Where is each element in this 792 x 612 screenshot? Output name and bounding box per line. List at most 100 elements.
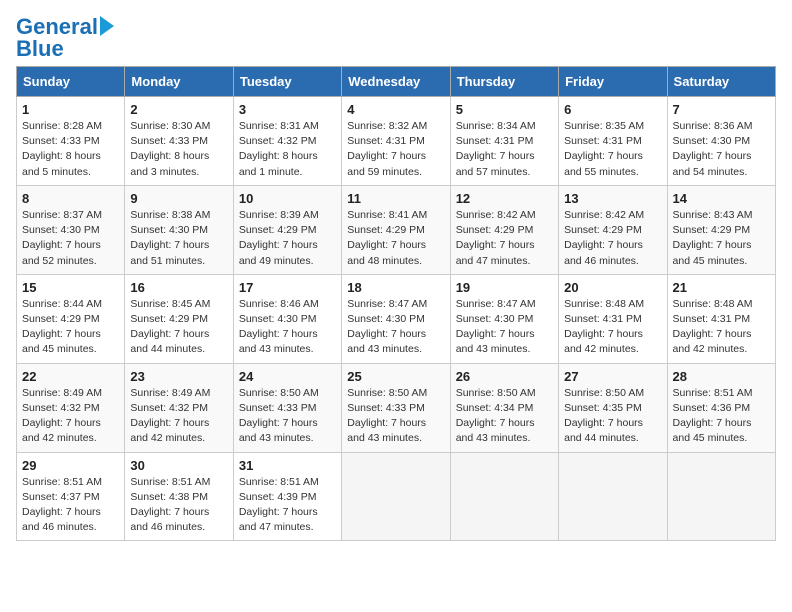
calendar-cell: 2 Sunrise: 8:30 AMSunset: 4:33 PMDayligh… bbox=[125, 97, 233, 186]
calendar-week-2: 8 Sunrise: 8:37 AMSunset: 4:30 PMDayligh… bbox=[17, 185, 776, 274]
day-detail: Sunrise: 8:46 AMSunset: 4:30 PMDaylight:… bbox=[239, 297, 336, 358]
weekday-header-tuesday: Tuesday bbox=[233, 67, 341, 97]
day-number: 22 bbox=[22, 369, 119, 384]
day-number: 28 bbox=[673, 369, 770, 384]
day-number: 12 bbox=[456, 191, 553, 206]
day-detail: Sunrise: 8:49 AMSunset: 4:32 PMDaylight:… bbox=[130, 386, 227, 447]
calendar-cell: 29 Sunrise: 8:51 AMSunset: 4:37 PMDaylig… bbox=[17, 452, 125, 541]
day-detail: Sunrise: 8:41 AMSunset: 4:29 PMDaylight:… bbox=[347, 208, 444, 269]
day-detail: Sunrise: 8:47 AMSunset: 4:30 PMDaylight:… bbox=[347, 297, 444, 358]
day-number: 7 bbox=[673, 102, 770, 117]
calendar-cell: 19 Sunrise: 8:47 AMSunset: 4:30 PMDaylig… bbox=[450, 274, 558, 363]
day-detail: Sunrise: 8:51 AMSunset: 4:39 PMDaylight:… bbox=[239, 475, 336, 536]
day-detail: Sunrise: 8:48 AMSunset: 4:31 PMDaylight:… bbox=[673, 297, 770, 358]
day-detail: Sunrise: 8:51 AMSunset: 4:37 PMDaylight:… bbox=[22, 475, 119, 536]
calendar-cell: 16 Sunrise: 8:45 AMSunset: 4:29 PMDaylig… bbox=[125, 274, 233, 363]
page-header: General Blue bbox=[16, 16, 776, 60]
calendar-cell: 9 Sunrise: 8:38 AMSunset: 4:30 PMDayligh… bbox=[125, 185, 233, 274]
calendar-cell: 6 Sunrise: 8:35 AMSunset: 4:31 PMDayligh… bbox=[559, 97, 667, 186]
day-detail: Sunrise: 8:50 AMSunset: 4:34 PMDaylight:… bbox=[456, 386, 553, 447]
day-number: 20 bbox=[564, 280, 661, 295]
calendar-cell: 24 Sunrise: 8:50 AMSunset: 4:33 PMDaylig… bbox=[233, 363, 341, 452]
calendar-cell: 15 Sunrise: 8:44 AMSunset: 4:29 PMDaylig… bbox=[17, 274, 125, 363]
logo: General Blue bbox=[16, 16, 114, 60]
calendar-cell bbox=[342, 452, 450, 541]
day-detail: Sunrise: 8:50 AMSunset: 4:35 PMDaylight:… bbox=[564, 386, 661, 447]
day-number: 2 bbox=[130, 102, 227, 117]
calendar-cell bbox=[559, 452, 667, 541]
day-number: 14 bbox=[673, 191, 770, 206]
calendar-cell: 21 Sunrise: 8:48 AMSunset: 4:31 PMDaylig… bbox=[667, 274, 775, 363]
calendar-week-3: 15 Sunrise: 8:44 AMSunset: 4:29 PMDaylig… bbox=[17, 274, 776, 363]
calendar-cell: 18 Sunrise: 8:47 AMSunset: 4:30 PMDaylig… bbox=[342, 274, 450, 363]
calendar-cell: 3 Sunrise: 8:31 AMSunset: 4:32 PMDayligh… bbox=[233, 97, 341, 186]
day-number: 23 bbox=[130, 369, 227, 384]
day-number: 8 bbox=[22, 191, 119, 206]
calendar-cell: 31 Sunrise: 8:51 AMSunset: 4:39 PMDaylig… bbox=[233, 452, 341, 541]
logo-text2: Blue bbox=[16, 38, 64, 60]
day-number: 13 bbox=[564, 191, 661, 206]
weekday-header-wednesday: Wednesday bbox=[342, 67, 450, 97]
calendar-cell: 8 Sunrise: 8:37 AMSunset: 4:30 PMDayligh… bbox=[17, 185, 125, 274]
day-detail: Sunrise: 8:51 AMSunset: 4:36 PMDaylight:… bbox=[673, 386, 770, 447]
calendar-cell bbox=[667, 452, 775, 541]
calendar-cell: 25 Sunrise: 8:50 AMSunset: 4:33 PMDaylig… bbox=[342, 363, 450, 452]
day-detail: Sunrise: 8:38 AMSunset: 4:30 PMDaylight:… bbox=[130, 208, 227, 269]
day-detail: Sunrise: 8:36 AMSunset: 4:30 PMDaylight:… bbox=[673, 119, 770, 180]
day-number: 16 bbox=[130, 280, 227, 295]
day-number: 26 bbox=[456, 369, 553, 384]
day-number: 3 bbox=[239, 102, 336, 117]
calendar-week-5: 29 Sunrise: 8:51 AMSunset: 4:37 PMDaylig… bbox=[17, 452, 776, 541]
calendar-cell: 22 Sunrise: 8:49 AMSunset: 4:32 PMDaylig… bbox=[17, 363, 125, 452]
day-detail: Sunrise: 8:51 AMSunset: 4:38 PMDaylight:… bbox=[130, 475, 227, 536]
day-detail: Sunrise: 8:34 AMSunset: 4:31 PMDaylight:… bbox=[456, 119, 553, 180]
day-number: 18 bbox=[347, 280, 444, 295]
day-number: 15 bbox=[22, 280, 119, 295]
calendar-cell: 27 Sunrise: 8:50 AMSunset: 4:35 PMDaylig… bbox=[559, 363, 667, 452]
calendar-cell: 17 Sunrise: 8:46 AMSunset: 4:30 PMDaylig… bbox=[233, 274, 341, 363]
day-number: 29 bbox=[22, 458, 119, 473]
calendar-cell: 13 Sunrise: 8:42 AMSunset: 4:29 PMDaylig… bbox=[559, 185, 667, 274]
day-detail: Sunrise: 8:50 AMSunset: 4:33 PMDaylight:… bbox=[239, 386, 336, 447]
day-detail: Sunrise: 8:28 AMSunset: 4:33 PMDaylight:… bbox=[22, 119, 119, 180]
day-number: 10 bbox=[239, 191, 336, 206]
calendar-cell: 20 Sunrise: 8:48 AMSunset: 4:31 PMDaylig… bbox=[559, 274, 667, 363]
calendar-cell: 30 Sunrise: 8:51 AMSunset: 4:38 PMDaylig… bbox=[125, 452, 233, 541]
weekday-header-sunday: Sunday bbox=[17, 67, 125, 97]
day-number: 6 bbox=[564, 102, 661, 117]
day-number: 30 bbox=[130, 458, 227, 473]
weekday-header-friday: Friday bbox=[559, 67, 667, 97]
calendar-week-1: 1 Sunrise: 8:28 AMSunset: 4:33 PMDayligh… bbox=[17, 97, 776, 186]
day-detail: Sunrise: 8:45 AMSunset: 4:29 PMDaylight:… bbox=[130, 297, 227, 358]
calendar-cell: 26 Sunrise: 8:50 AMSunset: 4:34 PMDaylig… bbox=[450, 363, 558, 452]
calendar-table: SundayMondayTuesdayWednesdayThursdayFrid… bbox=[16, 66, 776, 541]
day-detail: Sunrise: 8:44 AMSunset: 4:29 PMDaylight:… bbox=[22, 297, 119, 358]
calendar-cell bbox=[450, 452, 558, 541]
day-number: 9 bbox=[130, 191, 227, 206]
day-detail: Sunrise: 8:32 AMSunset: 4:31 PMDaylight:… bbox=[347, 119, 444, 180]
calendar-cell: 28 Sunrise: 8:51 AMSunset: 4:36 PMDaylig… bbox=[667, 363, 775, 452]
calendar-cell: 5 Sunrise: 8:34 AMSunset: 4:31 PMDayligh… bbox=[450, 97, 558, 186]
day-detail: Sunrise: 8:47 AMSunset: 4:30 PMDaylight:… bbox=[456, 297, 553, 358]
day-number: 21 bbox=[673, 280, 770, 295]
calendar-cell: 14 Sunrise: 8:43 AMSunset: 4:29 PMDaylig… bbox=[667, 185, 775, 274]
day-number: 1 bbox=[22, 102, 119, 117]
weekday-header-monday: Monday bbox=[125, 67, 233, 97]
logo-arrow-icon bbox=[100, 16, 114, 36]
calendar-cell: 10 Sunrise: 8:39 AMSunset: 4:29 PMDaylig… bbox=[233, 185, 341, 274]
day-number: 5 bbox=[456, 102, 553, 117]
day-number: 4 bbox=[347, 102, 444, 117]
day-detail: Sunrise: 8:42 AMSunset: 4:29 PMDaylight:… bbox=[456, 208, 553, 269]
calendar-cell: 12 Sunrise: 8:42 AMSunset: 4:29 PMDaylig… bbox=[450, 185, 558, 274]
day-number: 11 bbox=[347, 191, 444, 206]
calendar-cell: 11 Sunrise: 8:41 AMSunset: 4:29 PMDaylig… bbox=[342, 185, 450, 274]
day-detail: Sunrise: 8:42 AMSunset: 4:29 PMDaylight:… bbox=[564, 208, 661, 269]
calendar-cell: 23 Sunrise: 8:49 AMSunset: 4:32 PMDaylig… bbox=[125, 363, 233, 452]
day-detail: Sunrise: 8:30 AMSunset: 4:33 PMDaylight:… bbox=[130, 119, 227, 180]
day-number: 19 bbox=[456, 280, 553, 295]
day-detail: Sunrise: 8:35 AMSunset: 4:31 PMDaylight:… bbox=[564, 119, 661, 180]
day-number: 17 bbox=[239, 280, 336, 295]
calendar-week-4: 22 Sunrise: 8:49 AMSunset: 4:32 PMDaylig… bbox=[17, 363, 776, 452]
day-detail: Sunrise: 8:39 AMSunset: 4:29 PMDaylight:… bbox=[239, 208, 336, 269]
calendar-cell: 4 Sunrise: 8:32 AMSunset: 4:31 PMDayligh… bbox=[342, 97, 450, 186]
